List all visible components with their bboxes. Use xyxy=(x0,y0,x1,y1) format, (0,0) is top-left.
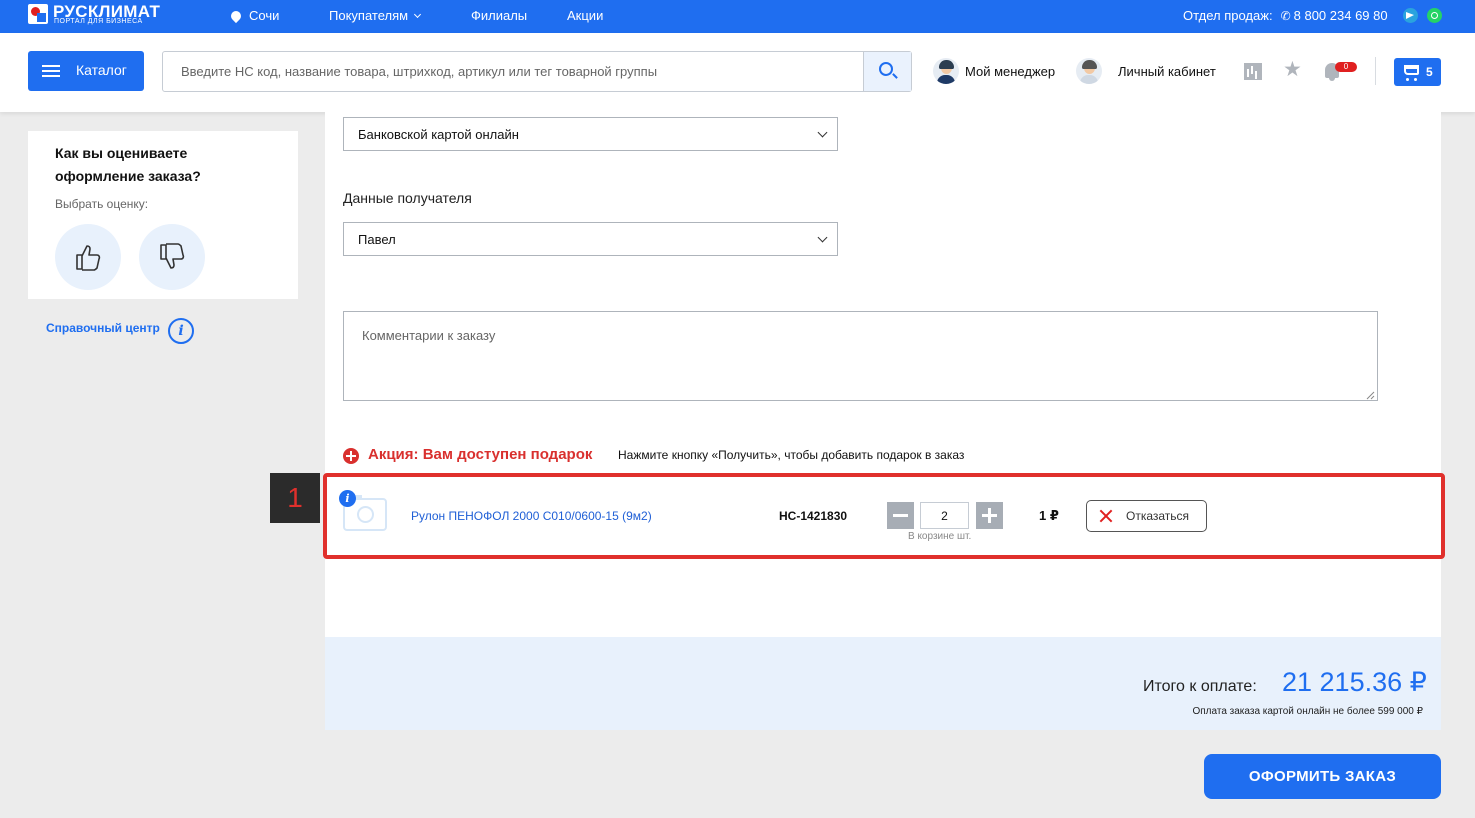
sales-label: Отдел продаж: xyxy=(1183,8,1273,23)
search-button[interactable] xyxy=(863,52,911,91)
sales-phone: 8 800 234 69 80 xyxy=(1293,8,1388,23)
gift-icon xyxy=(343,448,359,464)
rating-title: Как вы оцениваете оформление заказа? xyxy=(55,145,201,184)
brand-tagline: ПОРТАЛ ДЛЯ БИЗНЕСА xyxy=(54,18,143,25)
top-bar: РУСКЛИМАТ ПОРТАЛ ДЛЯ БИЗНЕСА Сочи Покупа… xyxy=(0,0,1475,33)
cart-count: 5 xyxy=(1426,65,1433,79)
rating-card: Как вы оцениваете оформление заказа? Выб… xyxy=(28,131,298,299)
catalog-button[interactable]: Каталог xyxy=(28,51,144,91)
nav-buyers-label: Покупателям xyxy=(329,8,409,23)
logo-mark-icon xyxy=(28,4,48,24)
resize-grip-icon[interactable] xyxy=(1365,390,1375,400)
annotation-highlight xyxy=(323,473,1445,559)
header-divider xyxy=(1375,57,1376,85)
chevron-down-icon xyxy=(414,10,422,19)
thumb-up-icon xyxy=(76,245,101,271)
phone-icon: ✆ xyxy=(1280,9,1291,23)
order-total-panel: Итого к оплате: 21 215.36 ₽ Оплата заказ… xyxy=(325,637,1441,730)
recipient-label: Данные получателя xyxy=(343,190,472,206)
help-center-link[interactable]: Справочный центр xyxy=(46,321,160,335)
stats-icon[interactable] xyxy=(1244,63,1262,80)
whatsapp-icon[interactable] xyxy=(1427,8,1442,23)
notifications-badge: 0 xyxy=(1335,62,1357,72)
rating-subtitle: Выбрать оценку: xyxy=(55,197,149,211)
favorites-star-icon[interactable]: ★ xyxy=(1283,59,1302,80)
thumb-down-icon xyxy=(160,243,185,269)
promo-title: Акция: Вам доступен подарок xyxy=(368,446,593,463)
info-icon[interactable]: i xyxy=(168,318,194,344)
telegram-icon[interactable] xyxy=(1403,8,1418,23)
search-input[interactable] xyxy=(163,52,863,91)
total-label: Итого к оплате: xyxy=(1143,678,1257,695)
total-value: 21 215.36 ₽ xyxy=(1282,667,1427,697)
manager-label: Мой менеджер xyxy=(965,64,1056,79)
nav-promos[interactable]: Акции xyxy=(567,8,603,23)
recipient-value: Павел xyxy=(358,232,396,247)
sales-contact[interactable]: Отдел продаж: ✆ 8 800 234 69 80 xyxy=(1183,8,1388,23)
search-box xyxy=(162,51,912,92)
annotation-step-marker: 1 xyxy=(270,473,320,523)
chevron-down-icon xyxy=(817,232,828,243)
recipient-select[interactable]: Павел xyxy=(343,222,838,256)
thumbs-down-button[interactable] xyxy=(139,224,205,290)
cart-button[interactable]: 5 xyxy=(1394,58,1441,86)
location-pin-icon xyxy=(228,8,244,24)
search-icon xyxy=(879,62,893,76)
payment-method-select[interactable]: Банковской картой онлайн xyxy=(343,117,838,151)
total-payment-note: Оплата заказа картой онлайн не более 599… xyxy=(1192,706,1423,717)
nav-buyers[interactable]: Покупателям xyxy=(329,8,422,23)
menu-icon xyxy=(42,65,60,77)
account-label: Личный кабинет xyxy=(1118,64,1216,79)
cart-icon xyxy=(1404,65,1419,81)
manager-avatar-icon xyxy=(933,58,959,84)
chevron-down-icon xyxy=(817,127,828,138)
submit-order-button[interactable]: ОФОРМИТЬ ЗАКАЗ xyxy=(1204,754,1441,799)
brand-logo[interactable]: РУСКЛИМАТ ПОРТАЛ ДЛЯ БИЗНЕСА xyxy=(28,2,178,29)
user-avatar-icon xyxy=(1076,58,1102,84)
thumbs-up-button[interactable] xyxy=(55,224,121,290)
city-selector[interactable]: Сочи xyxy=(228,8,280,24)
city-label: Сочи xyxy=(249,8,280,23)
payment-method-value: Банковской картой онлайн xyxy=(358,127,519,142)
catalog-label: Каталог xyxy=(76,62,127,78)
promo-hint: Нажмите кнопку «Получить», чтобы добавит… xyxy=(618,448,965,462)
order-comment-textarea[interactable] xyxy=(343,311,1378,401)
nav-branches[interactable]: Филиалы xyxy=(471,8,527,23)
